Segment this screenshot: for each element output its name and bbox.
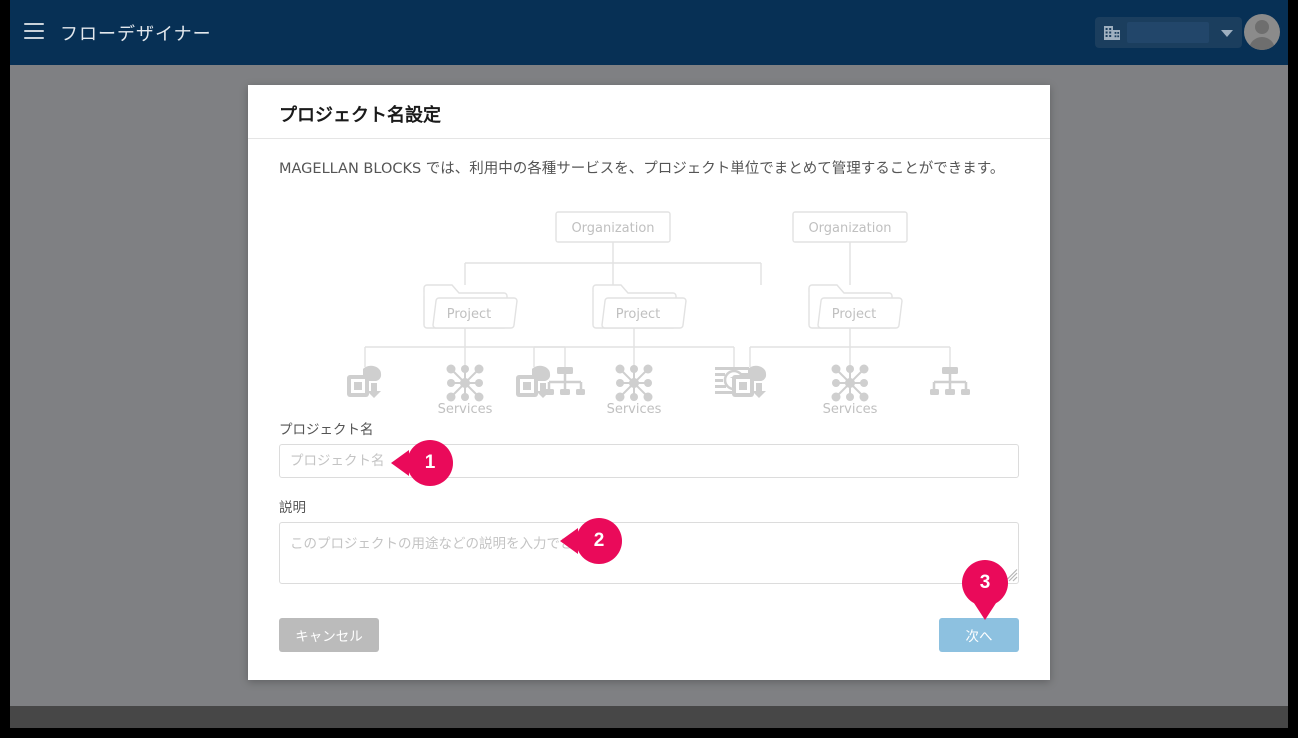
building-icon	[1104, 26, 1120, 40]
chevron-down-icon	[1221, 30, 1233, 37]
project-node: Project	[592, 284, 687, 329]
page-title: プロジェクト名設定	[279, 105, 441, 126]
project-node: Project	[423, 284, 518, 329]
app-window: フローデザイナー プロジェクト名設定 MAGELLAN BLOCKS では、利用…	[10, 0, 1288, 728]
top-navigation-bar: フローデザイナー	[10, 0, 1288, 65]
status-bar	[10, 706, 1288, 728]
annotation-pin-3: 3	[962, 560, 1008, 606]
organization-node: Organization	[792, 211, 908, 243]
description-textarea[interactable]	[279, 522, 1019, 584]
project-node: Project	[808, 284, 903, 329]
flow-tree-icon	[545, 367, 585, 395]
organization-value	[1127, 22, 1209, 43]
dialog-header: プロジェクト名設定	[248, 85, 1050, 139]
description-label: 説明	[279, 500, 306, 516]
services-label: Services	[823, 402, 878, 417]
avatar[interactable]	[1244, 14, 1280, 50]
svg-text:Organization: Organization	[808, 221, 891, 236]
svg-text:Project: Project	[616, 307, 660, 322]
cloud-chip-icon	[347, 365, 382, 398]
hamburger-menu-icon[interactable]	[24, 23, 44, 41]
project-name-label: プロジェクト名	[279, 422, 374, 438]
flow-tree-icon	[930, 367, 970, 395]
next-button[interactable]: 次へ	[939, 618, 1019, 652]
cloud-chip-icon	[516, 365, 551, 398]
neural-network-icon	[446, 364, 484, 402]
services-label: Services	[438, 402, 493, 417]
app-title: フローデザイナー	[60, 24, 212, 45]
annotation-pin-1: 1	[407, 440, 453, 486]
cancel-button[interactable]: キャンセル	[279, 618, 379, 652]
project-setup-dialog: プロジェクト名設定 MAGELLAN BLOCKS では、利用中の各種サービスを…	[248, 85, 1050, 680]
neural-network-icon	[615, 364, 653, 402]
svg-text:Organization: Organization	[571, 221, 654, 236]
organization-node: Organization	[555, 211, 671, 243]
project-name-input[interactable]	[279, 444, 1019, 478]
organization-selector[interactable]	[1095, 17, 1242, 48]
services-label: Services	[607, 402, 662, 417]
svg-text:Project: Project	[447, 307, 491, 322]
avatar-head	[1255, 20, 1269, 34]
avatar-body	[1249, 37, 1275, 50]
svg-text:Project: Project	[832, 307, 876, 322]
neural-network-icon	[831, 364, 869, 402]
dialog-description: MAGELLAN BLOCKS では、利用中の各種サービスを、プロジェクト単位で…	[279, 161, 1005, 177]
annotation-pin-2: 2	[576, 518, 622, 564]
